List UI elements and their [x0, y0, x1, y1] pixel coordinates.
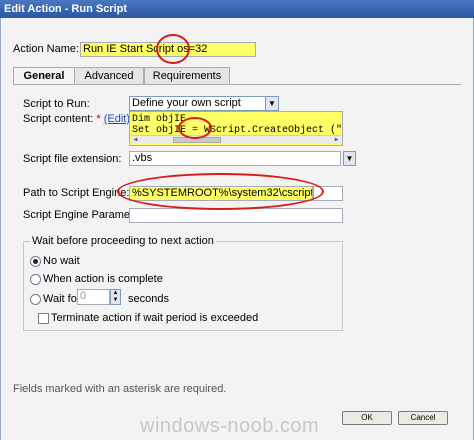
required-fields-note: Fields marked with an asterisk are requi… — [13, 383, 227, 395]
engine-path-input-extension[interactable] — [313, 186, 343, 201]
wait-legend: Wait before proceeding to next action — [30, 235, 216, 247]
radio-no-wait[interactable] — [30, 256, 41, 267]
required-mark: * — [96, 113, 101, 125]
script-line: Dim objIE — [132, 114, 187, 125]
engine-path-label: Path to Script Engine: — [23, 187, 130, 199]
stepper-up-icon[interactable]: ▲ — [111, 290, 120, 297]
no-wait-label: No wait — [43, 255, 80, 267]
script-content-box[interactable]: Dim objIE Set objIE = WScript.CreateObje… — [129, 111, 343, 146]
wait-for-label: Wait for — [43, 293, 81, 305]
wait-seconds-stepper[interactable]: ▲ ▼ — [110, 289, 121, 305]
wait-seconds-input[interactable]: 0 — [77, 289, 110, 305]
edit-script-link[interactable]: (Edit) — [104, 113, 130, 125]
seconds-label: seconds — [128, 293, 169, 305]
stepper-down-icon[interactable]: ▼ — [111, 297, 120, 304]
script-to-run-value: Define your own script — [132, 97, 241, 109]
scrollbar-thumb[interactable] — [173, 137, 221, 143]
file-extension-label: Script file extension: — [23, 153, 122, 165]
engine-path-input[interactable]: %SYSTEMROOT%\system32\cscript.exe — [129, 186, 313, 201]
scroll-left-icon[interactable]: ◀ — [131, 136, 140, 144]
double-chevron-down-icon: ▼ — [344, 152, 355, 165]
action-name-input[interactable]: Run IE Start Script os=32 — [80, 42, 256, 57]
horizontal-scrollbar[interactable]: ◀ ▶ — [131, 135, 341, 144]
tab-advanced[interactable]: Advanced — [74, 67, 144, 84]
window-title: Edit Action - Run Script — [0, 0, 474, 18]
tab-divider — [13, 84, 461, 85]
watermark: windows-noob.com — [140, 415, 320, 437]
tab-requirements[interactable]: Requirements — [144, 67, 230, 84]
terminate-label: Terminate action if wait period is excee… — [51, 312, 259, 324]
engine-params-input[interactable] — [129, 208, 343, 223]
scroll-right-icon[interactable]: ▶ — [332, 136, 341, 144]
script-to-run-label: Script to Run: — [23, 98, 90, 110]
ok-button[interactable]: OK — [342, 411, 392, 425]
action-name-label-text: Action Name: — [13, 43, 80, 55]
file-extension-dropdown[interactable]: ▼ — [343, 151, 356, 166]
chevron-down-icon: ▼ — [265, 97, 278, 110]
file-extension-input[interactable]: .vbs — [129, 151, 341, 166]
when-complete-label: When action is complete — [43, 273, 163, 285]
tab-general[interactable]: General — [13, 67, 75, 85]
radio-wait-for[interactable] — [30, 294, 41, 305]
radio-when-complete[interactable] — [30, 274, 41, 285]
script-content-label-text: Script content: — [23, 113, 94, 125]
script-to-run-select[interactable]: Define your own script ▼ — [129, 96, 279, 111]
terminate-checkbox[interactable] — [38, 313, 49, 324]
script-content-label: Script content: * (Edit) — [23, 113, 130, 125]
action-name-label: Action Name: * — [13, 43, 86, 55]
cancel-button[interactable]: Cancel — [398, 411, 448, 425]
